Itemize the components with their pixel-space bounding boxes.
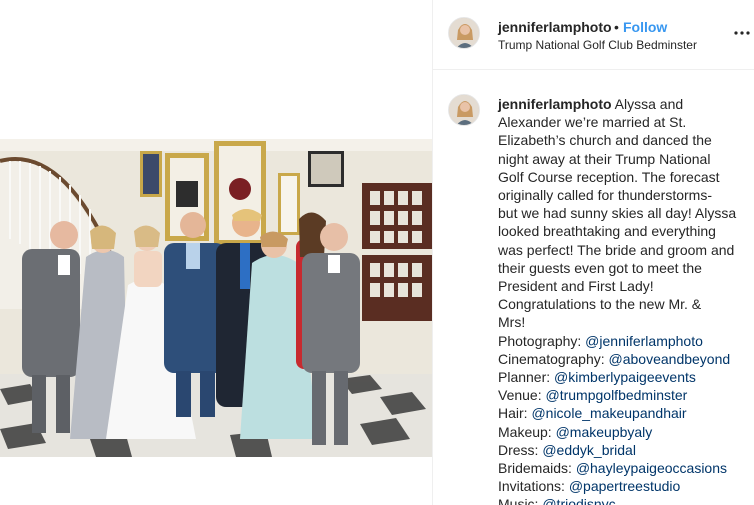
post-header: jenniferlamphoto • Follow Trump National… (433, 0, 754, 70)
caption-line: Golf Course reception. The forecast (498, 168, 720, 185)
credit-role: Makeup: (498, 423, 556, 440)
credit-handle-link[interactable]: @hayleypaigeoccasions (576, 460, 727, 476)
credit-role: Planner: (498, 369, 555, 386)
credit-handle-link[interactable]: @nicole_makeupandhair (531, 405, 686, 421)
wedding-group-photo[interactable] (0, 139, 432, 457)
caption-line: Elizabeth’s church and danced the (498, 132, 712, 149)
credit-role: Cinematography: (498, 350, 609, 367)
credit-item: Dress: @eddyk_bridal (498, 441, 750, 459)
credit-handle-link[interactable]: @eddyk_bridal (542, 442, 636, 458)
post-author-username[interactable]: jenniferlamphoto (498, 19, 612, 35)
credit-handle-link[interactable]: @makeupbyaly (556, 424, 653, 440)
credit-item: Invitations: @papertreestudio (498, 477, 750, 495)
more-horizontal-icon[interactable] (733, 24, 751, 42)
credit-role: Music: (498, 496, 543, 505)
credit-item: Planner: @kimberlypaigeevents (498, 368, 750, 386)
avatar[interactable] (448, 17, 480, 49)
credit-role: Photography: (498, 332, 586, 349)
credit-role: Hair: (498, 405, 532, 422)
caption-line: Mrs! (498, 314, 526, 331)
credit-item: Bridemaids: @hayleypaigeoccasions (498, 459, 750, 477)
photo-illustration (0, 139, 432, 457)
caption-line: but we had sunny skies all day! Alyssa (498, 205, 737, 222)
post-details-pane: jenniferlamphoto • Follow Trump National… (433, 0, 754, 505)
credit-item: Hair: @nicole_makeupandhair (498, 404, 750, 422)
credit-handle-link[interactable]: @aboveandbeyond (609, 351, 731, 367)
credit-item: Cinematography: @aboveandbeyond (498, 350, 750, 368)
credit-role: Bridemaids: (498, 460, 576, 477)
credits-list: Photography: @jenniferlamphoto Cinematog… (498, 332, 750, 505)
credit-handle-link[interactable]: @trumpgolfbedminster (546, 387, 688, 403)
avatar[interactable] (448, 94, 480, 126)
caption-line: their guests even got to meet the (498, 259, 702, 276)
caption-line: originally called for thunderstorms- (498, 187, 712, 204)
credit-role: Venue: (498, 387, 546, 404)
caption-line: Alexander we’re married at St. (498, 114, 687, 131)
credit-item: Photography: @jenniferlamphoto (498, 332, 750, 350)
post-location[interactable]: Trump National Golf Club Bedminster (498, 38, 697, 52)
credit-item: Venue: @trumpgolfbedminster (498, 386, 750, 404)
credit-handle-link[interactable]: @jenniferlamphoto (585, 333, 703, 349)
credit-handle-link[interactable]: @kimberlypaigeevents (554, 369, 696, 385)
caption-line: Alyssa and (611, 96, 684, 112)
credit-item: Makeup: @makeupbyaly (498, 423, 750, 441)
caption-comment: jenniferlamphoto Alyssa and Alexander we… (433, 70, 754, 505)
credit-handle-link[interactable]: @papertreestudio (569, 478, 681, 494)
avatar-image (449, 18, 479, 48)
caption-body: jenniferlamphoto Alyssa and Alexander we… (498, 95, 750, 505)
credit-role: Dress: (498, 441, 543, 458)
caption-line: President and First Lady! (498, 278, 654, 295)
credit-role: Invitations: (498, 478, 569, 495)
caption-line: was perfect! The bride and groom and (498, 241, 735, 258)
caption-line: night away at their Trump National (498, 150, 711, 167)
credit-handle-link[interactable]: @triodjsnyc (542, 496, 615, 505)
avatar-image (449, 95, 479, 125)
caption-author-username[interactable]: jenniferlamphoto (498, 96, 612, 112)
separator-dot: • (614, 19, 619, 35)
post-media-pane (0, 0, 432, 505)
follow-button[interactable]: Follow (623, 19, 667, 35)
caption-line: Congratulations to the new Mr. & (498, 296, 702, 313)
credit-item: Music: @triodjsnyc (498, 495, 750, 505)
caption-line: looked breathtaking and everything (498, 223, 716, 240)
